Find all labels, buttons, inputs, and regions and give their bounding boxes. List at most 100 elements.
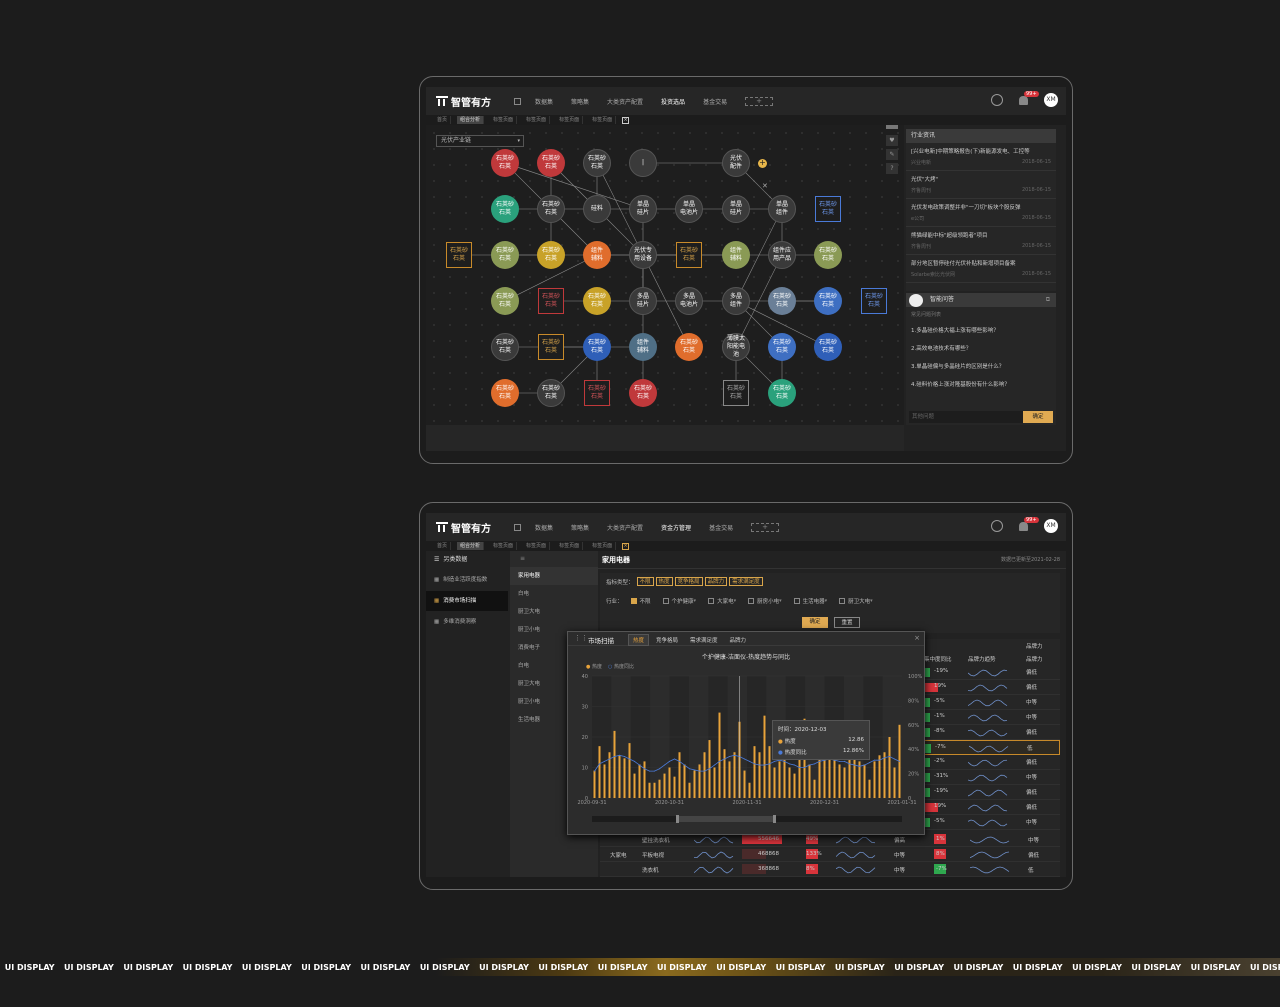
bar[interactable]	[698, 764, 701, 798]
left-menu-item[interactable]: ▦ 多维消费洞察	[426, 611, 508, 633]
tab-active[interactable]: 组合分析	[457, 542, 485, 550]
bar[interactable]	[733, 752, 736, 798]
nav-item[interactable]: 大类资产配置	[607, 523, 643, 532]
bar[interactable]	[828, 755, 831, 798]
bar[interactable]	[613, 730, 616, 798]
table-row[interactable]: -19% 偏低	[922, 665, 1060, 680]
tab-page[interactable]: 标签页面	[490, 542, 518, 550]
tab-active[interactable]: 组合分析	[457, 116, 485, 124]
bar[interactable]	[648, 782, 651, 798]
industry-option[interactable]: 生活电器 ▾	[793, 597, 827, 605]
indicator-chip[interactable]: 热度	[655, 577, 673, 586]
bar[interactable]	[683, 764, 686, 798]
graph-node-box[interactable]: 石英砂 石英	[584, 380, 610, 406]
logo[interactable]: 智管有方	[436, 520, 508, 535]
graph-node[interactable]: 薄膜太 阳能电 池	[722, 333, 750, 361]
industry-option[interactable]: 厨卫大电 ▾	[839, 597, 873, 605]
graph-node[interactable]: 石英砂 石英	[814, 287, 842, 315]
qa-question[interactable]: 1.多晶硅价格大福上涨有哪些影响？	[906, 322, 1056, 340]
bar[interactable]	[878, 755, 881, 798]
tab-page[interactable]: 标签页面	[589, 116, 617, 124]
menu-grid-icon[interactable]	[514, 97, 521, 105]
graph-node[interactable]: 组件 辅料	[722, 241, 750, 269]
bar[interactable]	[728, 761, 731, 798]
left-menu-item[interactable]: ▦ 制造业活跃度指数	[426, 569, 508, 591]
graph-node[interactable]: 石英砂 石英	[768, 333, 796, 361]
category-item[interactable]: 厨卫大电	[510, 603, 598, 621]
close-tabs-icon[interactable]: ×	[622, 116, 630, 124]
nav-item-active[interactable]: 投资选品	[661, 97, 685, 106]
tab-page[interactable]: 标签页面	[556, 116, 584, 124]
graph-node[interactable]: 石英砂 石英	[814, 333, 842, 361]
graph-canvas[interactable]: 光伏产业链 ▾ 石英砂 石英 石英砂 石英 石英砂 石英 | 光伏 配件 石英砂 石英 石英…	[426, 125, 904, 425]
graph-node[interactable]: |	[629, 149, 657, 177]
indicator-chip[interactable]: 品牌力	[704, 577, 728, 586]
bar[interactable]	[838, 764, 841, 798]
industry-option[interactable]: 个护健康 ▾	[662, 597, 696, 605]
graph-node[interactable]: 单晶 电池片	[675, 195, 703, 223]
bar[interactable]	[788, 767, 791, 799]
graph-node[interactable]: 石英砂 石英	[583, 149, 611, 177]
bar[interactable]	[853, 755, 856, 798]
bar[interactable]	[773, 767, 776, 799]
bar[interactable]	[673, 776, 676, 798]
zoom-handle-left[interactable]	[676, 815, 679, 823]
table-row[interactable]: -7% 低	[922, 740, 1060, 755]
graph-node[interactable]: 组件应 用产品	[768, 241, 796, 269]
nav-item-active[interactable]: 资金方管理	[661, 523, 691, 532]
bell-icon[interactable]: 99+	[1019, 90, 1039, 105]
graph-node[interactable]: 石英砂 石英	[537, 195, 565, 223]
hamburger-icon[interactable]: ☰	[434, 556, 439, 563]
tab-home[interactable]: 首页	[434, 116, 452, 124]
table-row[interactable]: -1% 中等	[922, 710, 1060, 725]
graph-node-box[interactable]: 石英砂 石英	[538, 334, 564, 360]
add-nav-button[interactable]: +	[751, 522, 780, 532]
bar[interactable]	[638, 764, 641, 798]
table-row[interactable]: -5% 中等	[922, 815, 1060, 830]
graph-node-box[interactable]: 石英砂 石英	[446, 242, 472, 268]
indicator-chip[interactable]: 竞争格局	[674, 577, 703, 586]
bar[interactable]	[868, 779, 871, 798]
bar[interactable]	[643, 761, 646, 798]
graph-node[interactable]: 石英砂 石英	[491, 149, 519, 177]
bar[interactable]	[778, 761, 781, 798]
bar[interactable]	[628, 743, 631, 798]
copy-icon[interactable]: ⧉	[1046, 293, 1050, 307]
industry-option[interactable]: 厨房小电 ▾	[748, 597, 782, 605]
graph-node[interactable]: 石英砂 石英	[768, 379, 796, 407]
graph-node[interactable]: 单晶 组件	[768, 195, 796, 223]
add-nav-button[interactable]: +	[745, 96, 774, 106]
bar[interactable]	[763, 715, 766, 798]
bar[interactable]	[688, 782, 691, 798]
menu-grid-icon[interactable]	[514, 523, 521, 531]
graph-node-box[interactable]: 石英砂 石英	[676, 242, 702, 268]
graph-node[interactable]: 硅料	[583, 195, 611, 223]
nav-item[interactable]: 大类资产配置	[607, 97, 643, 106]
bar[interactable]	[593, 770, 596, 798]
collapse-icon[interactable]: ≡	[510, 551, 598, 567]
nav-item[interactable]: 策略集	[571, 97, 589, 106]
bar[interactable]	[718, 712, 721, 798]
bar[interactable]	[723, 749, 726, 798]
bell-icon[interactable]: 99+	[1019, 516, 1039, 531]
graph-node[interactable]: 石英砂 石英	[583, 333, 611, 361]
search-icon[interactable]	[991, 94, 1003, 106]
cut-icon[interactable]: ✕	[762, 182, 768, 190]
qa-question[interactable]: 4.硅料价格上涨对隆基股份有什么影响？	[906, 376, 1056, 394]
nav-item[interactable]: 数据集	[535, 523, 553, 532]
tab-home[interactable]: 首页	[434, 542, 452, 550]
tab-page[interactable]: 标签页面	[523, 542, 551, 550]
graph-node[interactable]: 石英砂 石英	[537, 379, 565, 407]
bar[interactable]	[603, 764, 606, 798]
bar[interactable]	[893, 767, 896, 799]
graph-node[interactable]: 石英砂 石英	[491, 195, 519, 223]
bar[interactable]	[743, 770, 746, 798]
zoom-handle-right[interactable]	[773, 815, 776, 823]
bar[interactable]	[618, 755, 621, 798]
category-item[interactable]: 家用电器	[510, 567, 598, 585]
graph-node[interactable]: 多晶 电池片	[675, 287, 703, 315]
bar[interactable]	[653, 782, 656, 798]
bar[interactable]	[843, 767, 846, 799]
table-row[interactable]: 大家电 平板电视 468868 133% 中等 8% 偏低	[600, 847, 1060, 862]
bar[interactable]	[678, 752, 681, 798]
